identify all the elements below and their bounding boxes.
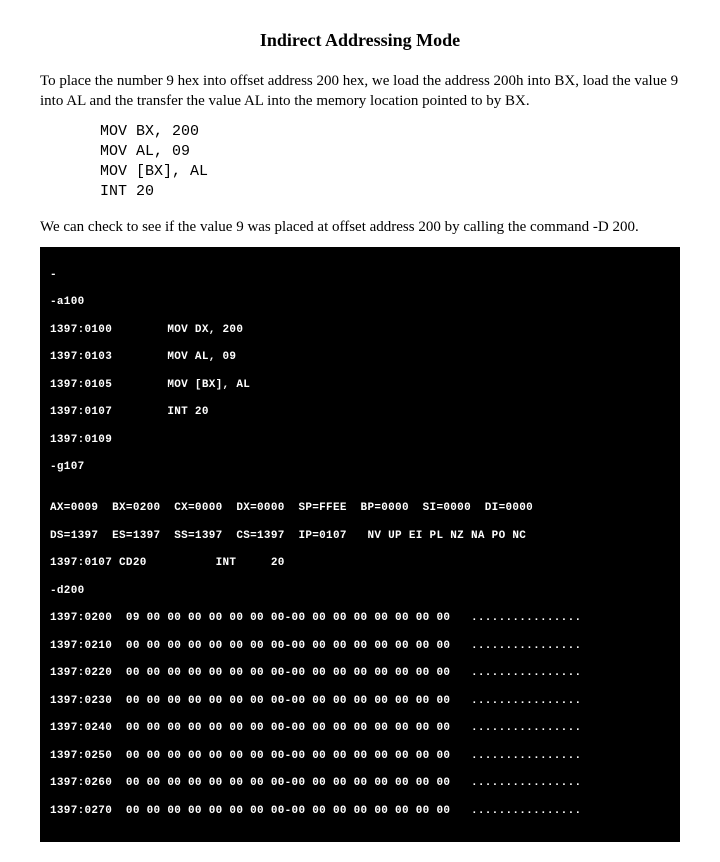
term-line: -a100	[50, 296, 670, 310]
term-line: 1397:0105 MOV [BX], AL	[50, 379, 670, 393]
term-line: 1397:0107 INT 20	[50, 406, 670, 420]
term-line: 1397:0230 00 00 00 00 00 00 00 00-00 00 …	[50, 695, 670, 709]
asm-line: INT 20	[100, 183, 154, 200]
asm-code-block: MOV BX, 200 MOV AL, 09 MOV [BX], AL INT …	[100, 122, 680, 203]
asm-line: MOV AL, 09	[100, 143, 190, 160]
term-line: -g107	[50, 461, 670, 475]
term-line: DS=1397 ES=1397 SS=1397 CS=1397 IP=0107 …	[50, 530, 670, 544]
term-line: 1397:0109	[50, 434, 670, 448]
page-title: Indirect Addressing Mode	[40, 30, 680, 51]
check-paragraph: We can check to see if the value 9 was p…	[40, 217, 680, 237]
term-line: 1397:0103 MOV AL, 09	[50, 351, 670, 365]
term-line: 1397:0250 00 00 00 00 00 00 00 00-00 00 …	[50, 750, 670, 764]
debug-terminal: - -a100 1397:0100 MOV DX, 200 1397:0103 …	[40, 247, 680, 843]
term-line: 1397:0200 09 00 00 00 00 00 00 00-00 00 …	[50, 612, 670, 626]
term-line: 1397:0100 MOV DX, 200	[50, 324, 670, 338]
term-line: 1397:0107 CD20 INT 20	[50, 557, 670, 571]
asm-line: MOV BX, 200	[100, 123, 199, 140]
term-line: 1397:0240 00 00 00 00 00 00 00 00-00 00 …	[50, 722, 670, 736]
term-line: 1397:0270 00 00 00 00 00 00 00 00-00 00 …	[50, 805, 670, 819]
term-line: -	[50, 269, 670, 283]
asm-line: MOV [BX], AL	[100, 163, 208, 180]
intro-paragraph: To place the number 9 hex into offset ad…	[40, 71, 680, 112]
term-line: 1397:0210 00 00 00 00 00 00 00 00-00 00 …	[50, 640, 670, 654]
term-line: 1397:0220 00 00 00 00 00 00 00 00-00 00 …	[50, 667, 670, 681]
term-line: -d200	[50, 585, 670, 599]
term-line: 1397:0260 00 00 00 00 00 00 00 00-00 00 …	[50, 777, 670, 791]
term-line: AX=0009 BX=0200 CX=0000 DX=0000 SP=FFEE …	[50, 502, 670, 516]
